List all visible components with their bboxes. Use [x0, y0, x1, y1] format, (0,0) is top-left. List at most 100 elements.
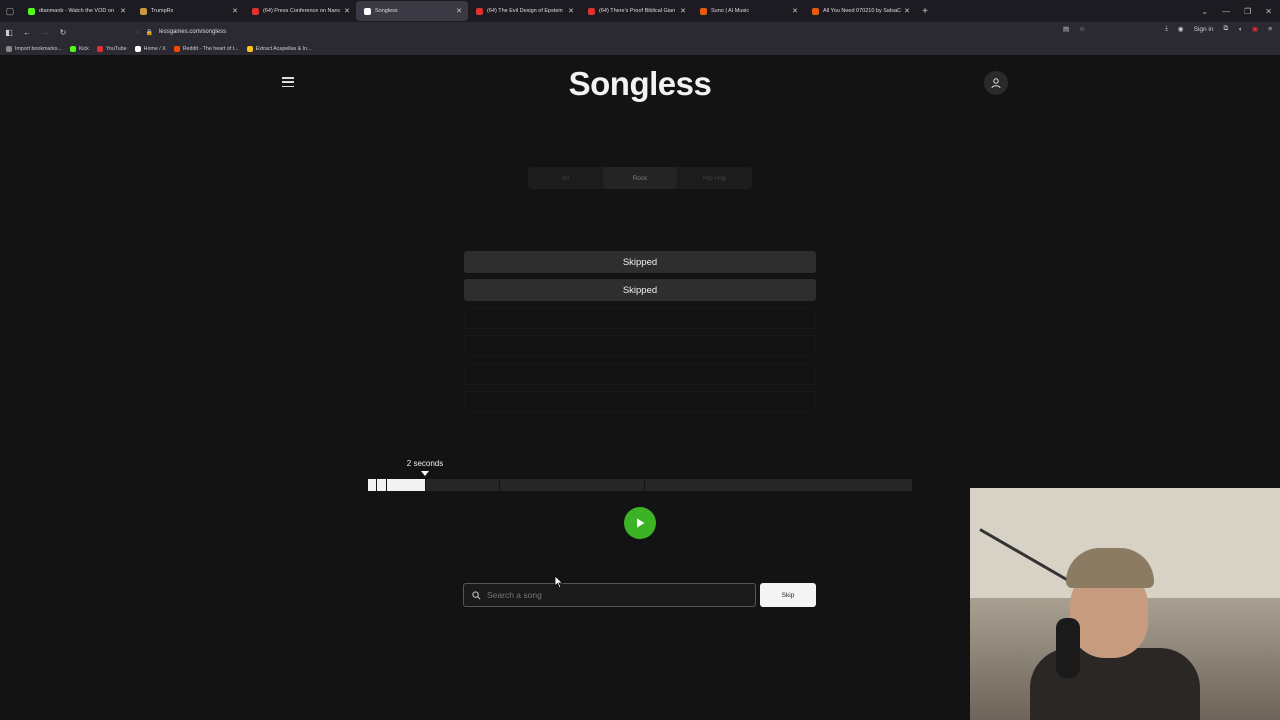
- account-icon[interactable]: ◉: [1178, 25, 1184, 33]
- list-tabs-icon[interactable]: ⌄: [1201, 7, 1208, 16]
- window-menu-icon[interactable]: ▢: [0, 0, 20, 22]
- bookmark-star-icon[interactable]: ☆: [1079, 25, 1085, 33]
- guess-slot: [464, 335, 816, 357]
- site-logo: Songless: [568, 65, 712, 102]
- extension-badge-icon[interactable]: ▣: [1252, 25, 1258, 33]
- bookmark-label: Kick: [78, 45, 89, 52]
- bookmark-item[interactable]: Kick: [69, 45, 89, 52]
- shield-icon: ◌: [136, 29, 140, 35]
- bookmark-label: Home / X: [143, 45, 166, 52]
- reader-view-icon[interactable]: ▤: [1063, 25, 1069, 33]
- restore-button[interactable]: ❐: [1244, 7, 1251, 16]
- genre-tab-hip-hop[interactable]: Hip Hop: [677, 167, 752, 189]
- tab-favicon-icon: [476, 7, 483, 15]
- back-button[interactable]: ←: [18, 28, 36, 37]
- mute-icon[interactable]: ◖: [1238, 26, 1242, 33]
- minimize-button[interactable]: —: [1222, 7, 1230, 16]
- downloads-icon[interactable]: ⤓: [1165, 25, 1168, 33]
- reload-button[interactable]: ↻: [54, 28, 72, 37]
- webcam-overlay: [970, 488, 1280, 720]
- segment-divider: [425, 479, 426, 491]
- tab-favicon-icon: [140, 7, 147, 15]
- nav-right-tools: ▤ ☆ ⤓ ◉ Sign in ⧉ ◖ ▣ ≡: [1063, 25, 1272, 33]
- guess-slot: [464, 391, 816, 413]
- segment-divider: [386, 479, 387, 491]
- tabs-container: dtanmanb - Watch the VOD on ✕ TrumpRx ✕ (64)…: [20, 1, 916, 21]
- guess-slot: [464, 307, 816, 329]
- segment-divider: [644, 479, 645, 491]
- tab-label: Suno | AI Music: [711, 8, 750, 14]
- bookmark-item[interactable]: Reddit - The heart of t...: [173, 45, 239, 52]
- browser-tab[interactable]: TrumpRx ✕: [132, 1, 244, 21]
- bookmark-label: Import bookmarks...: [15, 45, 62, 52]
- guess-slot: [464, 363, 816, 385]
- browser-tab[interactable]: All You Need 070210 by SalsaC ✕: [804, 1, 916, 21]
- bookmark-favicon-icon: [246, 45, 253, 52]
- tab-label: TrumpRx: [151, 8, 174, 14]
- close-tab-icon[interactable]: ✕: [344, 7, 350, 15]
- tab-label: (64) Press Conference on Nanc: [263, 8, 341, 14]
- browser-tab[interactable]: (64) The Evil Design of Epstein ✕: [468, 1, 580, 21]
- webcam-microphone: [1056, 618, 1080, 678]
- close-tab-icon[interactable]: ✕: [568, 7, 574, 15]
- tab-label: (64) The Evil Design of Epstein: [487, 8, 563, 14]
- app-menu-icon[interactable]: ≡: [1268, 26, 1272, 33]
- extensions-icon[interactable]: ⧉: [1223, 25, 1228, 33]
- genre-tab-rock[interactable]: Rock: [602, 167, 678, 189]
- bookmark-favicon-icon: [96, 45, 103, 52]
- bookmark-item[interactable]: Home / X: [134, 45, 166, 52]
- seconds-label: 2 seconds: [406, 459, 444, 468]
- tab-label: Songless: [375, 8, 398, 14]
- browser-tab[interactable]: dtanmanb - Watch the VOD on ✕: [20, 1, 132, 21]
- genre-selector: All Rock Hip Hop: [528, 167, 752, 189]
- user-icon: [991, 78, 1001, 89]
- audio-progress-bar[interactable]: [368, 479, 912, 491]
- bookmark-item[interactable]: YouTube: [96, 45, 127, 52]
- url-text: lessgames.com/songless: [159, 29, 227, 35]
- sidebar-icon[interactable]: ◧: [0, 28, 18, 37]
- genre-tab-all[interactable]: All: [528, 167, 603, 189]
- bookmark-item[interactable]: Extract Acapellas & In...: [246, 45, 312, 52]
- browser-tab[interactable]: Songless ✕: [356, 1, 468, 21]
- close-tab-icon[interactable]: ✕: [456, 7, 462, 15]
- bookmarks-bar: Import bookmarks... Kick YouTube Home / X Re…: [0, 42, 1280, 56]
- tab-favicon-icon: [364, 7, 371, 15]
- tab-bar: ▢ dtanmanb - Watch the VOD on ✕ TrumpRx ✕ (6…: [0, 0, 1280, 22]
- play-icon: [637, 518, 645, 528]
- new-tab-button[interactable]: +: [916, 6, 934, 17]
- play-button[interactable]: [624, 507, 656, 539]
- bookmark-label: Extract Acapellas & In...: [255, 45, 312, 52]
- close-tab-icon[interactable]: ✕: [120, 7, 126, 15]
- tab-favicon-icon: [588, 7, 595, 15]
- bookmark-item[interactable]: Import bookmarks...: [6, 45, 62, 52]
- tab-label: dtanmanb - Watch the VOD on: [39, 8, 114, 14]
- tab-label: All You Need 070210 by SalsaC: [823, 8, 901, 14]
- bookmark-favicon-icon: [69, 45, 76, 52]
- close-tab-icon[interactable]: ✕: [680, 7, 686, 15]
- tab-favicon-icon: [252, 7, 259, 15]
- bookmark-label: YouTube: [105, 45, 127, 52]
- profile-button[interactable]: [984, 71, 1008, 95]
- bookmark-label: Reddit - The heart of t...: [182, 45, 239, 52]
- guess-slot: Skipped: [464, 279, 816, 301]
- browser-tab[interactable]: Suno | AI Music ✕: [692, 1, 804, 21]
- tab-favicon-icon: [700, 7, 707, 15]
- tab-label: (64) There's Proof Biblical Gian: [599, 8, 676, 14]
- close-window-button[interactable]: ✕: [1265, 7, 1272, 16]
- window-controls: ⌄ — ❐ ✕: [1201, 7, 1280, 16]
- playhead-marker: [421, 471, 429, 476]
- close-tab-icon[interactable]: ✕: [232, 7, 238, 15]
- close-tab-icon[interactable]: ✕: [904, 7, 910, 15]
- skip-button[interactable]: Skip: [760, 583, 816, 607]
- browser-tab[interactable]: (64) Press Conference on Nanc ✕: [244, 1, 356, 21]
- browser-tab[interactable]: (64) There's Proof Biblical Gian ✕: [580, 1, 692, 21]
- sign-in-link[interactable]: Sign in: [1194, 26, 1214, 33]
- song-search-box[interactable]: [463, 583, 756, 607]
- search-input[interactable]: [487, 590, 727, 600]
- bookmark-favicon-icon: [134, 45, 141, 52]
- lock-icon: 🔒: [145, 29, 154, 36]
- close-tab-icon[interactable]: ✕: [792, 7, 798, 15]
- forward-button[interactable]: →: [36, 28, 54, 37]
- mouse-cursor-icon: [554, 575, 564, 589]
- url-bar[interactable]: ◌ 🔒 lessgames.com/songless: [136, 24, 1096, 40]
